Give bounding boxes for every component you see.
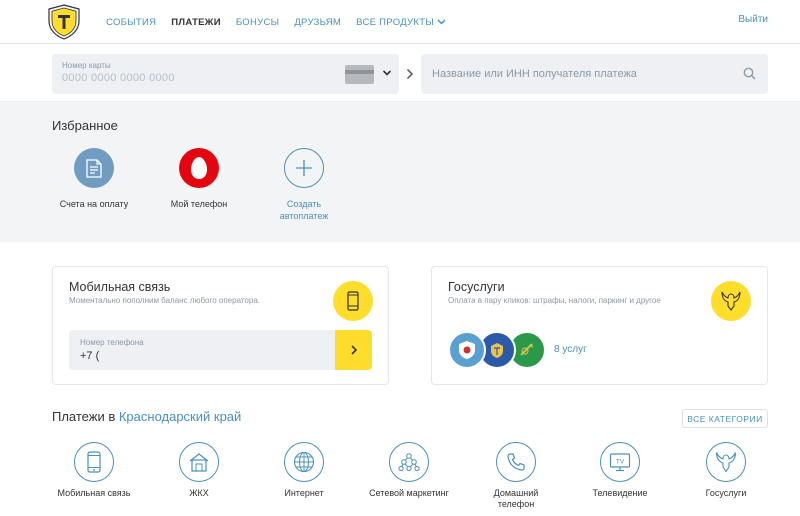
chevron-down-icon [437,19,446,25]
category-utilities-label: ЖКХ [189,488,209,498]
logout-link[interactable]: Выйти [738,14,768,25]
payment-search-strip: Номер карты 0000 0000 0000 0000 [0,44,800,102]
payee-search-field [421,54,768,94]
nav-all-products-label: ВСЕ ПРОДУКТЫ [356,16,435,28]
svg-text:TV: TV [616,459,625,466]
nav-all-products[interactable]: ВСЕ ПРОДУКТЫ [356,17,446,28]
gos-card-subtitle: Оплата в пару кликов: штрафы, налоги, па… [448,296,661,305]
favorites-title: Избранное [52,118,118,133]
all-categories-button[interactable]: ВСЕ КАТЕГОРИИ [682,409,768,428]
network-icon [389,442,429,482]
category-television-label: Телевидение [592,488,648,498]
smartphone-icon [333,281,373,321]
plus-icon [284,148,324,188]
bank-card-icon [345,65,374,84]
favorite-my-phone-label: Мой телефон [170,199,228,209]
nav-events-label: СОБЫТИЯ [106,16,157,28]
mobile-topup-card: Мобильная связь Моментально пополним бал… [52,266,389,385]
house-icon [179,442,219,482]
globe-icon [284,442,324,482]
region-selector-link[interactable]: Краснодарский край [119,409,241,424]
gos-card-title: Госуслуги [448,280,505,294]
nav-friends[interactable]: ДРУЗЬЯМ [294,17,341,28]
phone-submit-button[interactable] [335,330,372,370]
favorites-section: Избранное Счета на оплату Мой телефон Со… [0,102,800,242]
category-network-marketing-label: Сетевой маркетинг [369,488,449,498]
category-network-marketing[interactable]: Сетевой маркетинг [359,442,459,499]
region-payments-title: Платежи в Краснодарский край [52,409,241,424]
mts-logo-icon [179,148,219,188]
nav-payments-label: ПЛАТЕЖИ [171,16,221,28]
tv-icon: TV [600,442,640,482]
card-selector[interactable]: Номер карты 0000 0000 0000 0000 [52,54,399,94]
category-internet-label: Интернет [284,488,324,498]
category-internet[interactable]: Интернет [254,442,354,499]
nav-friends-label: ДРУЗЬЯМ [294,16,342,28]
mobile-icon [74,442,114,482]
category-home-phone[interactable]: Домашний телефон [466,442,566,510]
chevron-right-icon [406,68,414,80]
category-television[interactable]: TV Телевидение [570,442,670,499]
region-title-prefix: Платежи в [52,409,119,424]
mobile-card-subtitle: Моментально пополним баланс любого опера… [69,296,260,305]
category-home-phone-label: Домашний телефон [493,488,539,509]
gos-services-count[interactable]: 8 услуг [554,344,587,355]
phone-number-value: +7 ( [80,350,100,362]
search-icon[interactable] [743,67,756,80]
gosuslugi-card[interactable]: Госуслуги Оплата в пару кликов: штрафы, … [431,266,768,385]
nav-payments[interactable]: ПЛАТЕЖИ [171,17,221,28]
nav-bonuses-label: БОНУСЫ [235,16,280,28]
invoice-icon [74,148,114,188]
top-header: СОБЫТИЯ ПЛАТЕЖИ БОНУСЫ ДРУЗЬЯМ ВСЕ ПРОДУ… [0,0,800,44]
phone-number-field[interactable]: Номер телефона +7 ( [69,330,335,370]
chevron-down-icon[interactable] [382,68,392,78]
nav-bonuses[interactable]: БОНУСЫ [236,17,279,28]
phone-handset-icon [496,442,536,482]
chevron-right-icon [350,345,357,355]
mobile-card-title: Мобильная связь [69,280,171,294]
payee-search-input[interactable] [421,54,721,94]
favorite-invoices[interactable]: Счета на оплату [44,148,144,210]
card-number-label: Номер карты [62,61,111,70]
gibdd-emblem-icon [448,331,486,369]
card-number-placeholder: 0000 0000 0000 0000 [62,72,175,84]
favorite-create-autopay-label: Создать автоплатеж [279,199,329,221]
category-mobile[interactable]: Мобильная связь [44,442,144,499]
favorite-invoices-label: Счета на оплату [59,199,129,209]
nav-events[interactable]: СОБЫТИЯ [106,17,156,28]
phone-number-label: Номер телефона [80,338,144,347]
eagle-emblem-icon [711,281,751,321]
category-utilities[interactable]: ЖКХ [149,442,249,499]
main-nav: СОБЫТИЯ ПЛАТЕЖИ БОНУСЫ ДРУЗЬЯМ ВСЕ ПРОДУ… [106,0,461,44]
favorite-my-phone[interactable]: Мой телефон [149,148,249,210]
category-mobile-label: Мобильная связь [57,488,131,498]
category-gosuslugi-label: Госуслуги [705,488,747,498]
favorite-create-autopay[interactable]: Создать автоплатеж [254,148,354,222]
category-gosuslugi[interactable]: Госуслуги [676,442,776,499]
bank-logo-icon[interactable] [46,4,82,40]
eagle-icon [706,442,746,482]
